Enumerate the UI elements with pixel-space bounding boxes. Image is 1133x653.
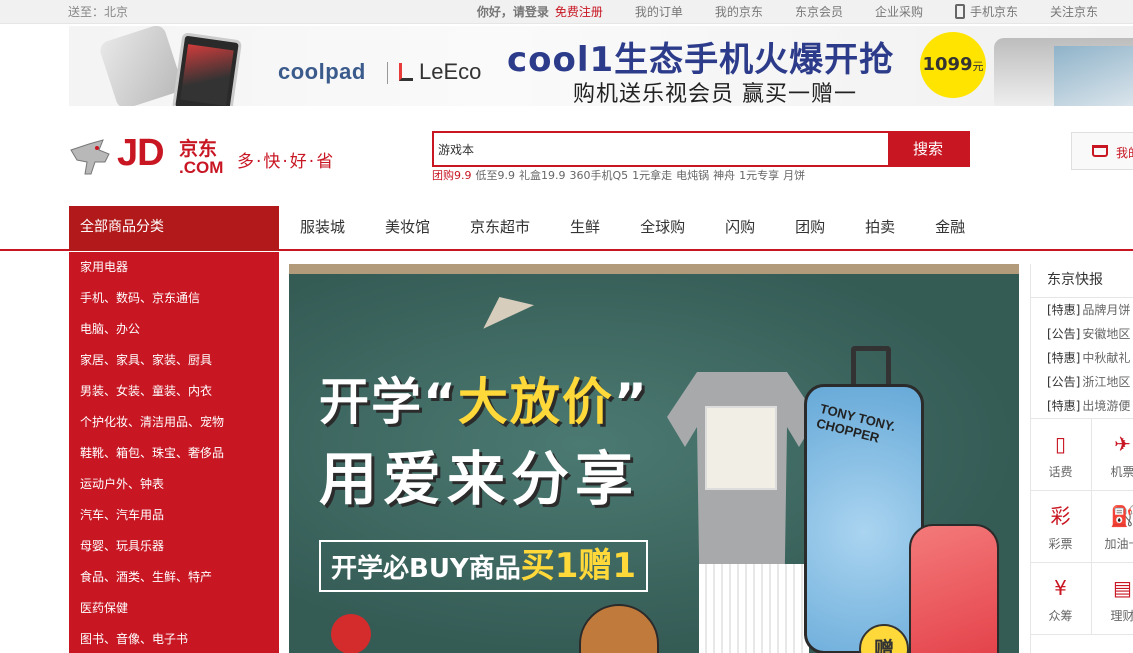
category-item[interactable]: 运动户外、钟表 (69, 469, 279, 500)
category-sidebar: 家用电器 手机、数码、京东通信 电脑、办公 家居、家具、家装、厨具 男装、女装、… (69, 252, 279, 653)
search-input[interactable] (434, 133, 890, 165)
member-link[interactable]: 东京会员 (779, 3, 859, 20)
phone-product-image (97, 26, 243, 106)
slide-headline-1: 开学“大放价” (319, 373, 649, 431)
hot-word[interactable]: 电炖锅 (676, 167, 709, 183)
service-flight[interactable]: ✈ 机票 (1092, 419, 1133, 491)
hot-word[interactable]: 360手机Q5 (570, 167, 629, 183)
cart-icon (1092, 145, 1108, 157)
category-item[interactable]: 母婴、玩具乐器 (69, 531, 279, 562)
slide-promo-box: 开学必BUY商品买1赠1 (319, 540, 649, 592)
phone-bill-icon: ▯ (1054, 432, 1066, 456)
fuel-icon: ⛽ (1110, 504, 1133, 528)
cart-button[interactable]: 我的 (1071, 132, 1133, 170)
promo-carousel-slide[interactable]: 开学“大放价” 用爱来分享 开学必BUY商品买1赠1 TONY TONY. CH… (289, 264, 1019, 653)
banner-headline: cool1生态手机火爆开抢 (507, 40, 895, 80)
login-link[interactable]: 你好，请登录 (461, 3, 555, 20)
news-item[interactable]: [特惠] 出境游便 (1031, 394, 1133, 418)
service-fuel[interactable]: ⛽加油卡 (1092, 491, 1133, 563)
category-item[interactable]: 汽车、汽车用品 (69, 500, 279, 531)
news-item[interactable]: [特惠] 品牌月饼 (1031, 298, 1133, 322)
follow-jd-link[interactable]: 关注京东 (1034, 3, 1114, 20)
nav-item-group[interactable]: 团购 (775, 206, 845, 249)
phone-product-image-2 (994, 38, 1133, 106)
luggage-product-image: TONY TONY. CHOPPER (804, 384, 924, 653)
slogan: 多·快·好·省 (237, 152, 336, 172)
category-item[interactable]: 医药保健 (69, 593, 279, 624)
hot-word[interactable]: 礼盒19.9 (519, 167, 566, 183)
jd-dog-icon (70, 139, 110, 175)
delivery-location[interactable]: 送至：北京 (68, 3, 128, 20)
category-item[interactable]: 鞋靴、箱包、珠宝、奢侈品 (69, 438, 279, 469)
news-title[interactable]: 东京快报 (1031, 264, 1133, 298)
my-orders-link[interactable]: 我的订单 (619, 3, 699, 20)
nav-item-supermarket[interactable]: 京东超市 (450, 206, 550, 249)
nav-item-finance[interactable]: 金融 (915, 206, 985, 249)
nav-item-flash[interactable]: 闪购 (705, 206, 775, 249)
plane-icon: ✈ (1114, 432, 1131, 456)
mobile-jd-link[interactable]: 手机京东 (939, 3, 1034, 20)
service-crowdfund[interactable]: ¥ 众筹 (1030, 563, 1092, 635)
hot-words: 团购9.9 低至9.9 礼盒19.9 360手机Q5 1元拿走 电炖锅 神舟 1… (432, 167, 805, 183)
nav-item-auction[interactable]: 拍卖 (845, 206, 915, 249)
banner-subline: 购机送乐视会员 赢买一赠一 (573, 82, 857, 106)
logo-com-text: .COM (179, 158, 224, 177)
news-item[interactable]: [特惠] 中秋献礼 (1031, 346, 1133, 370)
top-links: 你好，请登录 免费注册 我的订单 我的京东 东京会员 企业采购 手机京东 关注京… (461, 3, 1114, 20)
nav-item-fresh[interactable]: 生鲜 (550, 206, 620, 249)
category-item[interactable]: 图书、音像、电子书 (69, 624, 279, 653)
category-item[interactable]: 电脑、办公 (69, 314, 279, 345)
service-phone-bill[interactable]: ▯ 话费 (1030, 419, 1092, 491)
lottery-icon: 彩 (1050, 504, 1071, 528)
my-jd-link[interactable]: 我的京东 (699, 3, 779, 20)
hot-word[interactable]: 月饼 (783, 167, 805, 183)
service-grid: ▯话费 ✈机票 彩彩票 ⛽加油卡 ¥众筹 ▤理财 (1030, 418, 1133, 653)
news-item[interactable]: [公告] 安徽地区 (1031, 322, 1133, 346)
mobile-phone-icon (954, 4, 965, 19)
register-link[interactable]: 免费注册 (555, 3, 619, 20)
logo-cn-text: 京东 (179, 138, 218, 160)
price-badge: 1099元 (920, 32, 986, 98)
logo-jd-text: JD (117, 132, 165, 174)
category-item[interactable]: 男装、女装、童装、内衣 (69, 376, 279, 407)
service-finance[interactable]: ▤ 理财 (1092, 563, 1133, 635)
search-button[interactable]: 搜索 (888, 133, 968, 165)
finance-icon: ▤ (1113, 576, 1132, 600)
nav-item-global[interactable]: 全球购 (620, 206, 705, 249)
top-bar: 送至：北京 你好，请登录 免费注册 我的订单 我的京东 东京会员 企业采购 手机… (0, 0, 1133, 24)
hot-word[interactable]: 1元专享 (739, 167, 779, 183)
all-categories-button[interactable]: 全部商品分类 (69, 206, 279, 251)
hot-word[interactable]: 神舟 (713, 167, 735, 183)
crowdfund-icon: ¥ (1054, 576, 1067, 600)
brand-divider (387, 62, 388, 84)
service-lottery[interactable]: 彩彩票 (1030, 491, 1092, 563)
leeco-mark-icon (399, 63, 413, 81)
category-item[interactable]: 手机、数码、京东通信 (69, 283, 279, 314)
category-item[interactable]: 食品、酒类、生鲜、特产 (69, 562, 279, 593)
top-ad-banner[interactable]: coolpad LeEco cool1生态手机火爆开抢 购机送乐视会员 赢买一赠… (69, 26, 1133, 106)
cart-label: 我的 (1116, 146, 1133, 160)
nav-item-beauty[interactable]: 美妆馆 (365, 206, 450, 249)
hot-word[interactable]: 低至9.9 (476, 167, 516, 183)
category-item[interactable]: 家用电器 (69, 252, 279, 283)
nav-item-clothing[interactable]: 服装城 (280, 206, 365, 249)
apple-icon (331, 614, 371, 653)
pleated-skirt-image (699, 564, 809, 653)
enterprise-link[interactable]: 企业采购 (859, 3, 939, 20)
slide-headline-2: 用爱来分享 (319, 445, 640, 513)
category-item[interactable]: 家居、家具、家装、厨具 (69, 345, 279, 376)
backpack-product-image (909, 524, 999, 653)
leeco-logo: LeEco (399, 59, 481, 85)
nav-items: 服装城 美妆馆 京东超市 生鲜 全球购 闪购 团购 拍卖 金融 (280, 206, 985, 249)
news-item[interactable]: [公告] 浙江地区 (1031, 370, 1133, 394)
search-bar: 搜索 (432, 131, 970, 167)
hot-word[interactable]: 团购9.9 (432, 167, 472, 183)
jd-logo[interactable]: JD 京东 .COM 多·快·好·省 (69, 132, 337, 182)
hot-word[interactable]: 1元拿走 (632, 167, 672, 183)
main-nav: 全部商品分类 服装城 美妆馆 京东超市 生鲜 全球购 闪购 团购 拍卖 金融 (0, 206, 1133, 251)
coolpad-logo: coolpad (278, 59, 366, 84)
category-item[interactable]: 个护化妆、清洁用品、宠物 (69, 407, 279, 438)
